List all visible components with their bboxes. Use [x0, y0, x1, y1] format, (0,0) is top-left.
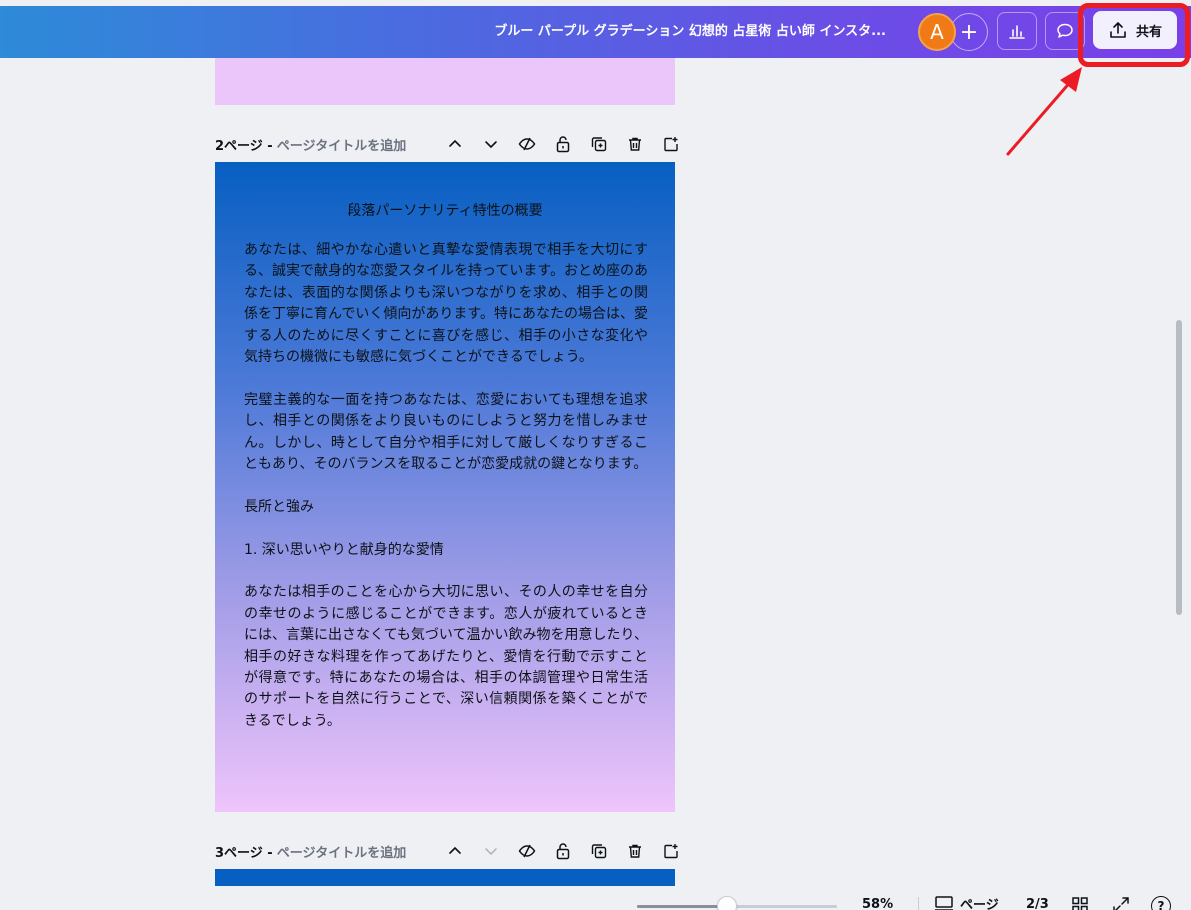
subsection-heading[interactable]: 1. 深い思いやりと献身的な愛情 — [244, 540, 648, 561]
chevron-down-icon — [485, 141, 497, 149]
delete-page-button[interactable] — [617, 840, 653, 862]
duplicate-page-button[interactable] — [581, 133, 617, 155]
expand-icon — [1113, 897, 1129, 910]
page-title-placeholder[interactable]: ページタイトルを追加 — [277, 842, 406, 861]
eye-slash-icon — [518, 137, 536, 151]
add-page-icon — [664, 844, 678, 859]
page-3-header: 3ページ - ページタイトルを追加 — [215, 840, 678, 862]
upload-icon — [1110, 22, 1126, 38]
duplicate-page-button[interactable] — [581, 840, 617, 862]
page-2-header: 2ページ - ページタイトルを追加 — [215, 133, 678, 155]
grid-icon — [1072, 897, 1088, 910]
divider — [918, 897, 919, 910]
lock-page-button[interactable] — [545, 133, 581, 155]
page-2-canvas[interactable]: 段落パーソナリティ特性の概要 あなたは、細やかな心遣いと真摯な愛情表現で相手を大… — [215, 162, 675, 812]
hide-page-button[interactable] — [509, 840, 545, 862]
hide-page-button[interactable] — [509, 133, 545, 155]
page-heading[interactable]: 段落パーソナリティ特性の概要 — [215, 200, 675, 220]
monitor-icon — [935, 895, 953, 910]
trash-icon — [629, 137, 641, 151]
delete-page-button[interactable] — [617, 133, 653, 155]
chevron-up-icon — [449, 846, 461, 854]
chevron-down-icon — [485, 848, 497, 856]
move-down-button[interactable] — [473, 840, 509, 862]
page-body-text[interactable]: あなたは、細やかな心遣いと真摯な愛情表現で相手を大切にする、誠実で献身的な恋愛ス… — [244, 240, 648, 754]
add-page-button[interactable] — [653, 840, 689, 862]
add-page-icon — [664, 137, 678, 152]
share-button[interactable]: 共有 — [1093, 11, 1177, 49]
page-tools — [437, 133, 689, 155]
zoom-value[interactable]: 58% — [862, 897, 893, 910]
section-heading[interactable]: 長所と強み — [244, 497, 648, 518]
user-avatar[interactable]: A — [918, 13, 956, 51]
lock-icon — [556, 136, 570, 153]
move-up-button[interactable] — [437, 133, 473, 155]
page-title-placeholder[interactable]: ページタイトルを追加 — [277, 135, 406, 154]
lock-page-button[interactable] — [545, 840, 581, 862]
grid-view-button[interactable] — [1071, 896, 1089, 910]
document-title[interactable]: ブルー パープル グラデーション 幻想的 占星術 占い師 インスタ... — [494, 6, 886, 58]
pages-label: ページ — [960, 898, 999, 910]
trash-icon — [629, 844, 641, 858]
page-number-label: 3ページ - — [215, 845, 273, 861]
paragraph[interactable]: あなたは、細やかな心遣いと真摯な愛情表現で相手を大切にする、誠実で献身的な恋愛ス… — [244, 240, 648, 368]
zoom-slider-thumb[interactable] — [717, 896, 737, 910]
add-page-button[interactable] — [653, 133, 689, 155]
page-3-canvas[interactable] — [215, 869, 675, 886]
page-tools — [437, 840, 689, 862]
fullscreen-button[interactable] — [1112, 896, 1130, 910]
duplicate-icon — [591, 844, 607, 859]
paragraph[interactable]: あなたは相手のことを心から大切に思い、その人の幸せを自分の幸せのように感じること… — [244, 582, 648, 732]
page-number-label: 2ページ - — [215, 138, 273, 154]
bar-chart-icon — [1009, 25, 1025, 39]
move-down-button[interactable] — [473, 133, 509, 155]
eye-slash-icon — [518, 844, 536, 858]
chevron-up-icon — [449, 139, 461, 147]
share-label: 共有 — [1135, 24, 1162, 40]
pages-button[interactable]: ページ — [934, 894, 999, 910]
paragraph[interactable]: 完璧主義的な一面を持つあなたは、恋愛においても理想を追求し、相手との関係をより良… — [244, 390, 648, 476]
help-button[interactable]: ? — [1151, 896, 1171, 910]
vertical-scrollbar[interactable] — [1176, 320, 1182, 615]
page-1-canvas[interactable] — [215, 58, 675, 105]
duplicate-icon — [591, 137, 607, 152]
bottom-toolbar — [0, 886, 1191, 910]
lock-icon — [556, 843, 570, 860]
zoom-slider-fill — [637, 905, 727, 908]
comments-button[interactable] — [1045, 12, 1085, 50]
page-counter: 2/3 — [1026, 897, 1049, 910]
comment-icon — [1057, 23, 1073, 38]
insights-button[interactable] — [997, 12, 1037, 50]
move-up-button[interactable] — [437, 840, 473, 862]
